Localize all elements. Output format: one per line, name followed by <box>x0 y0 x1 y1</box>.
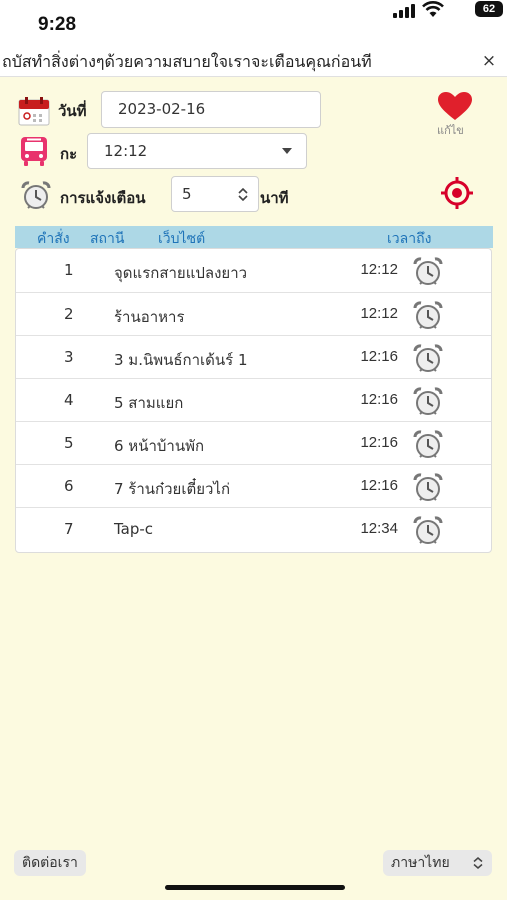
alert-unit-label: นาที <box>260 189 289 207</box>
station-name: Tap-c <box>114 520 154 538</box>
chevron-down-icon <box>282 148 292 154</box>
col-header-station: สถานี <box>90 231 125 247</box>
row-number: 4 <box>64 391 74 409</box>
station-name: จุดแรกสายแปลงยาว <box>114 264 248 282</box>
arrival-time: 12:16 <box>360 391 398 408</box>
notice-marquee: ถบัสทำสิ่งต่างๆด้วยความสบายใจเราจะเตือนค… <box>0 46 507 77</box>
row-number: 2 <box>64 305 74 323</box>
col-header-command: คำสั่ง <box>37 231 70 247</box>
list-item[interactable]: 1 จุดแรกสายแปลงยาว 12:12 <box>16 249 491 292</box>
alarm-clock-icon[interactable] <box>412 256 444 288</box>
date-label: วันที่ <box>58 102 87 120</box>
list-item[interactable]: 7 Tap-c 12:34 <box>16 507 491 551</box>
contact-us-button[interactable]: ติดต่อเรา <box>14 850 86 876</box>
wifi-icon <box>422 1 444 17</box>
heart-icon[interactable] <box>437 91 473 121</box>
bus-icon <box>21 137 47 166</box>
row-number: 5 <box>64 434 74 452</box>
alarm-clock-icon[interactable] <box>412 300 444 332</box>
alarm-clock-icon[interactable] <box>412 472 444 504</box>
updown-chevron-icon <box>473 857 483 869</box>
language-value: ภาษาไทย <box>391 855 450 871</box>
home-indicator[interactable] <box>165 885 345 890</box>
status-time: 9:28 <box>38 14 77 35</box>
calendar-icon <box>18 97 50 126</box>
alert-minutes-stepper[interactable]: 5 <box>171 176 259 212</box>
arrival-time: 12:34 <box>360 520 398 537</box>
edit-label[interactable]: แก้ไข <box>437 121 464 139</box>
station-name: 6 หน้าบ้านพัก <box>114 437 205 455</box>
shift-select[interactable]: 12:12 <box>87 133 307 169</box>
col-header-website: เว็บไซต์ <box>158 231 206 247</box>
battery-indicator: 62 <box>475 1 503 17</box>
alarm-clock-icon[interactable] <box>412 515 444 547</box>
row-number: 7 <box>64 520 74 538</box>
row-number: 1 <box>64 261 74 279</box>
station-name: 5 สามแยก <box>114 394 184 412</box>
table-header: คำสั่ง สถานี เว็บไซต์ เวลาถึง <box>15 226 493 248</box>
stepper-updown-icon[interactable] <box>238 188 248 201</box>
row-number: 6 <box>64 477 74 495</box>
status-bar: 9:28 62 <box>0 0 507 46</box>
notice-text: ถบัสทำสิ่งต่างๆด้วยความสบายใจเราจะเตือนค… <box>2 52 372 71</box>
language-select[interactable]: ภาษาไทย <box>383 850 492 876</box>
close-button[interactable]: × <box>471 46 507 76</box>
list-item[interactable]: 5 6 หน้าบ้านพัก 12:16 <box>16 421 491 465</box>
station-name: 7 ร้านก๋วยเตี๋ยวไก่ <box>114 480 231 498</box>
row-number: 3 <box>64 348 74 366</box>
list-item[interactable]: 6 7 ร้านก๋วยเตี๋ยวไก่ 12:16 <box>16 464 491 508</box>
arrival-time: 12:16 <box>360 434 398 451</box>
col-header-arrival: เวลาถึง <box>387 231 432 247</box>
arrival-time: 12:16 <box>360 348 398 365</box>
date-input[interactable]: 2023-02-16 <box>101 91 321 128</box>
location-target-icon[interactable] <box>439 176 475 210</box>
alert-minutes-value: 5 <box>182 185 192 203</box>
arrival-time: 12:12 <box>360 261 398 278</box>
signal-icon <box>393 4 415 18</box>
list-item[interactable]: 4 5 สามแยก 12:16 <box>16 378 491 422</box>
station-name: 3 ม.นิพนธ์กาเด้นร์ 1 <box>114 351 248 369</box>
alarm-clock-icon <box>21 181 51 209</box>
alarm-clock-icon[interactable] <box>412 386 444 418</box>
alert-label: การแจ้งเตือน <box>60 189 146 207</box>
station-name: ร้านอาหาร <box>114 308 185 326</box>
arrival-time: 12:16 <box>360 477 398 494</box>
alarm-clock-icon[interactable] <box>412 343 444 375</box>
list-item[interactable]: 2 ร้านอาหาร 12:12 <box>16 292 491 336</box>
shift-value: 12:12 <box>104 142 148 160</box>
station-list: 1 จุดแรกสายแปลงยาว 12:12 2 ร้านอาหาร 12:… <box>15 248 492 553</box>
alarm-clock-icon[interactable] <box>412 429 444 461</box>
shift-label: กะ <box>60 145 78 163</box>
list-item[interactable]: 3 3 ม.นิพนธ์กาเด้นร์ 1 12:16 <box>16 335 491 379</box>
arrival-time: 12:12 <box>360 305 398 322</box>
